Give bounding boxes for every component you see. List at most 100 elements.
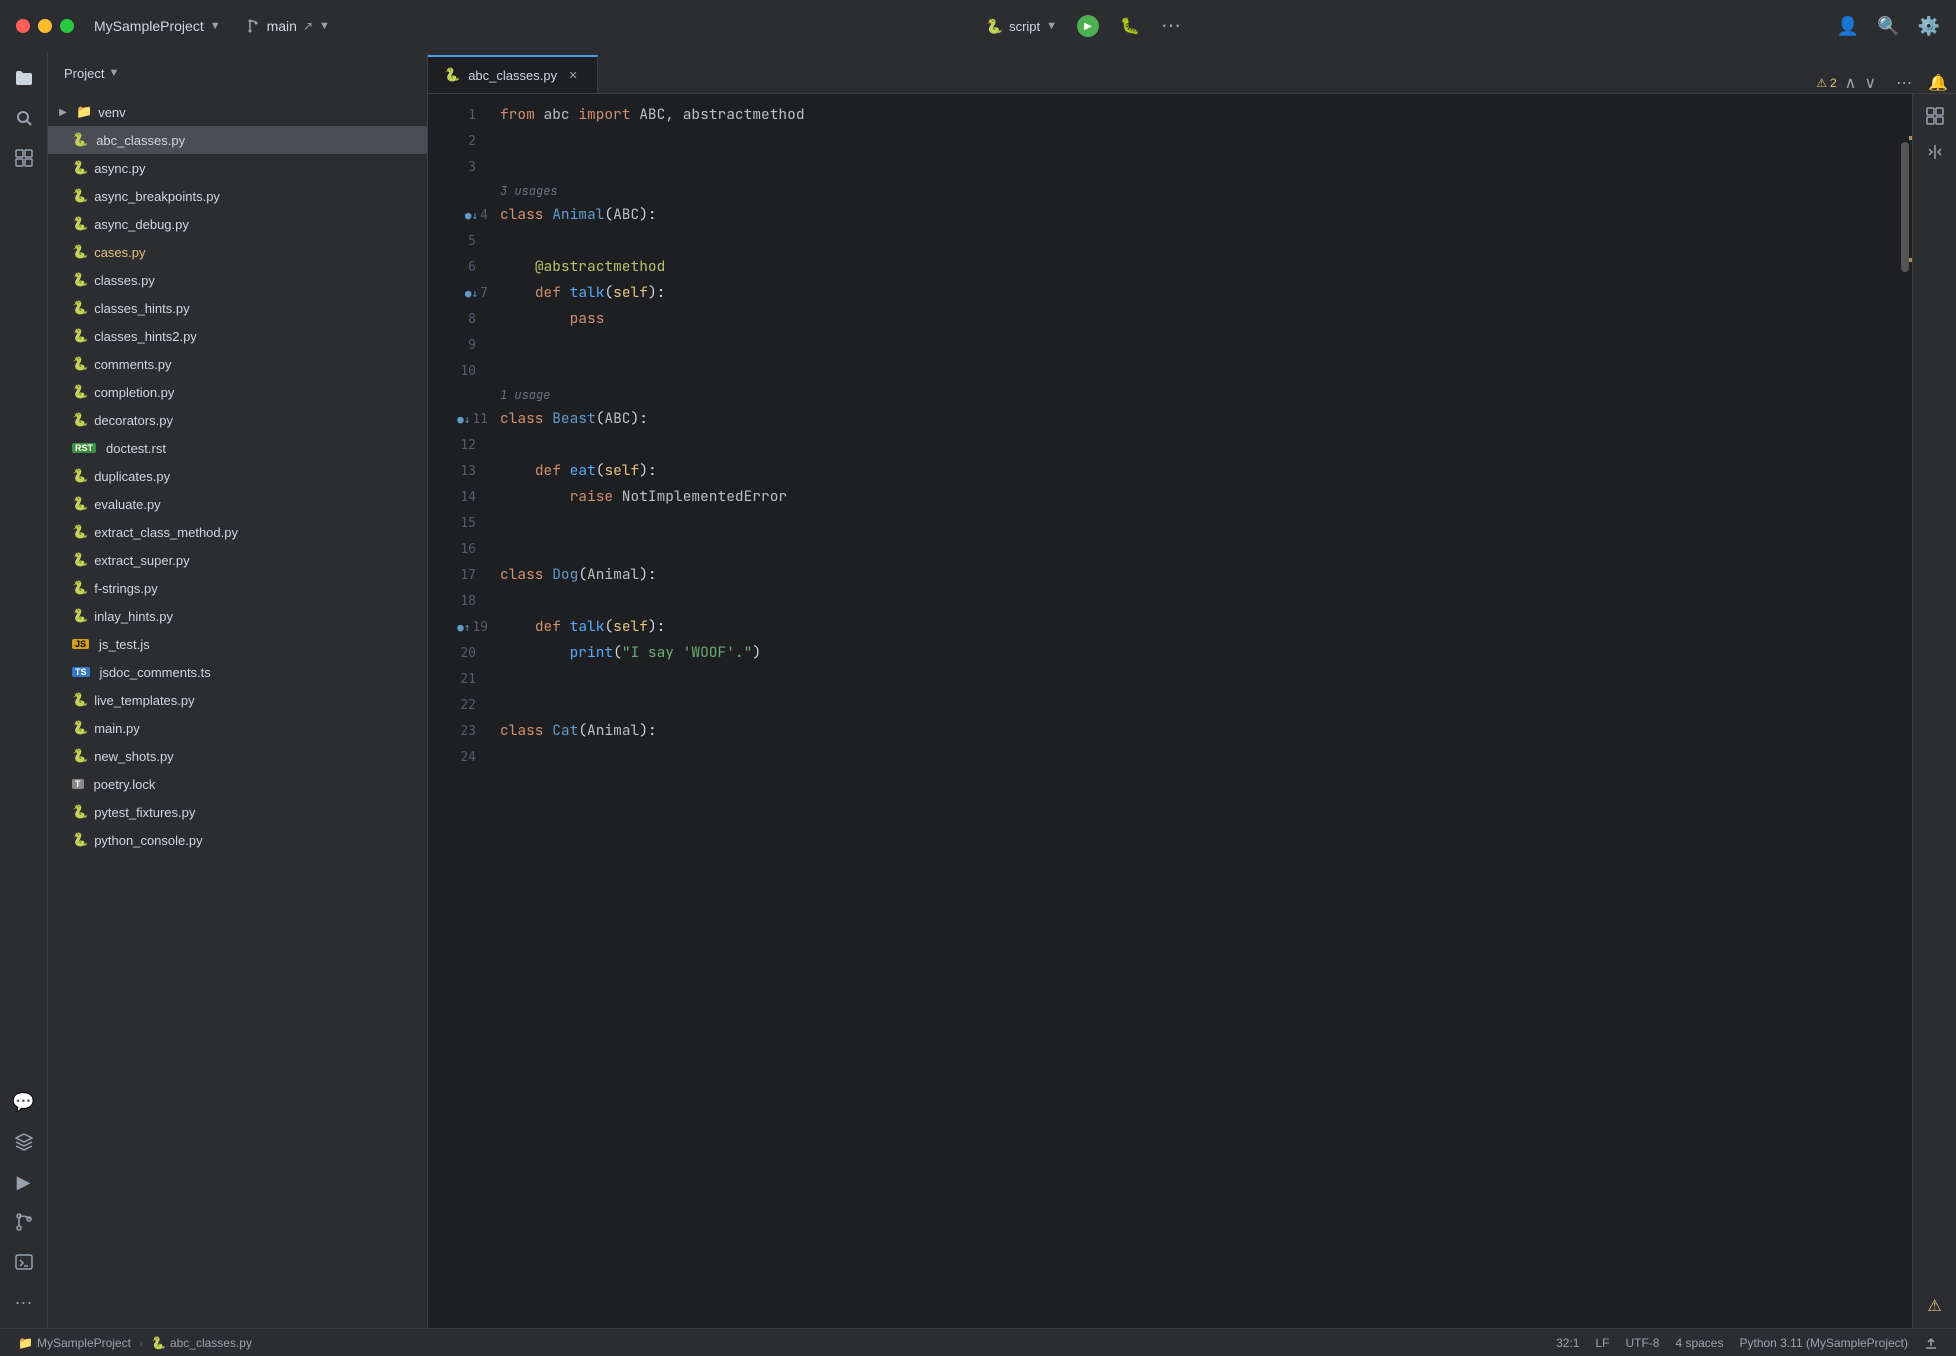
push-icon: ↗	[303, 19, 313, 33]
sidebar-item-duplicates[interactable]: 🐍 duplicates.py	[48, 462, 427, 490]
upload-icon	[1924, 1336, 1938, 1350]
user-icon[interactable]: 👤	[1837, 16, 1859, 37]
code-line-1: from abc import ABC, abstractmethod	[492, 102, 1898, 128]
sidebar-item-async[interactable]: 🐍 async.py	[48, 154, 427, 182]
structure-view-icon[interactable]	[1921, 102, 1949, 130]
sidebar-item-doctest[interactable]: RST doctest.rst	[48, 434, 427, 462]
code-line-16	[492, 536, 1898, 562]
file-name: async_debug.py	[94, 217, 189, 232]
sidebar-item-classes-hints[interactable]: 🐍 classes_hints.py	[48, 294, 427, 322]
status-file-breadcrumb[interactable]: 🐍 abc_classes.py	[145, 1332, 258, 1354]
search-icon[interactable]: 🔍	[1877, 16, 1899, 37]
sidebar-item-pytest-fixtures[interactable]: 🐍 pytest_fixtures.py	[48, 798, 427, 826]
line-num-12: 12	[428, 432, 492, 458]
notifications-icon[interactable]: 🔔	[1920, 73, 1956, 93]
file-name: jsdoc_comments.ts	[100, 665, 211, 680]
settings-icon[interactable]: ⚙️	[1918, 16, 1940, 37]
branch-selector[interactable]: main ↗ ▼	[245, 18, 330, 34]
status-line-ending[interactable]: LF	[1589, 1332, 1615, 1354]
sidebar-item-extract-class[interactable]: 🐍 extract_class_method.py	[48, 518, 427, 546]
sidebar-item-poetry-lock[interactable]: T poetry.lock	[48, 770, 427, 798]
run-button[interactable]: ▶	[1077, 15, 1099, 37]
status-indent[interactable]: 4 spaces	[1669, 1332, 1729, 1354]
code-line-17: class Dog ( Animal ):	[492, 562, 1898, 588]
line-num-15: 15	[428, 510, 492, 536]
minimize-button[interactable]	[38, 19, 52, 33]
status-cursor-position[interactable]: 32:1	[1550, 1332, 1585, 1354]
sidebar-item-evaluate[interactable]: 🐍 evaluate.py	[48, 490, 427, 518]
python-file-icon: 🐍	[72, 216, 88, 232]
activity-layers-icon[interactable]	[6, 1124, 42, 1160]
line-num-4: ●↓4	[428, 202, 492, 228]
status-upload-icon[interactable]	[1918, 1332, 1944, 1354]
sidebar-item-async-debug[interactable]: 🐍 async_debug.py	[48, 210, 427, 238]
sidebar-item-jsdoc[interactable]: TS jsdoc_comments.ts	[48, 658, 427, 686]
fold-icon-4[interactable]: ●↓	[465, 209, 478, 222]
project-selector[interactable]: MySampleProject ▼	[94, 18, 221, 34]
more-run-options[interactable]: ⋯	[1161, 16, 1181, 36]
tab-abc-classes[interactable]: 🐍 abc_classes.py ✕	[428, 55, 598, 93]
run-config-selector[interactable]: 🐍 script ▼	[986, 18, 1057, 35]
fold-icon-19[interactable]: ●↑	[457, 621, 470, 634]
code-line-9	[492, 332, 1898, 358]
tab-overflow-icon[interactable]: ⋯	[1888, 73, 1920, 93]
sidebar-item-classes[interactable]: 🐍 classes.py	[48, 266, 427, 294]
warning-marker-1	[1909, 136, 1912, 140]
status-left: 📁 MySampleProject › 🐍 abc_classes.py	[12, 1332, 258, 1354]
activity-terminal-icon[interactable]	[6, 1244, 42, 1280]
close-button[interactable]	[16, 19, 30, 33]
warning-count[interactable]: ⚠ 2	[1816, 76, 1836, 90]
sidebar-item-js-test[interactable]: JS js_test.js	[48, 630, 427, 658]
project-name: MySampleProject	[94, 18, 204, 34]
fullscreen-button[interactable]	[60, 19, 74, 33]
sidebar-item-new-shots[interactable]: 🐍 new_shots.py	[48, 742, 427, 770]
debug-button[interactable]: 🐛	[1119, 15, 1141, 37]
tab-close-button[interactable]: ✕	[565, 67, 581, 83]
fold-icon-11[interactable]: ●↓	[457, 413, 470, 426]
minimap-scrollbar[interactable]	[1898, 98, 1912, 1324]
status-bar: 📁 MySampleProject › 🐍 abc_classes.py 32:…	[0, 1328, 1956, 1356]
scrollbar-thumb[interactable]	[1901, 142, 1909, 272]
sidebar-item-async-breakpoints[interactable]: 🐍 async_breakpoints.py	[48, 182, 427, 210]
code-line-21	[492, 666, 1898, 692]
sidebar-item-abc-classes[interactable]: 🐍 abc_classes.py	[48, 126, 427, 154]
activity-git-icon[interactable]	[6, 1204, 42, 1240]
code-body[interactable]: 1 2 3 ●↓4 5 6 ●↓7 8 9	[428, 94, 1912, 1328]
sidebar-item-decorators[interactable]: 🐍 decorators.py	[48, 406, 427, 434]
warning-panel-icon[interactable]: ⚠	[1921, 1292, 1949, 1320]
status-project-breadcrumb[interactable]: 📁 MySampleProject	[12, 1332, 137, 1354]
activity-search-icon[interactable]	[6, 100, 42, 136]
line-num-21: 21	[428, 666, 492, 692]
sidebar-item-main[interactable]: 🐍 main.py	[48, 714, 427, 742]
status-language[interactable]: Python 3.11 (MySampleProject)	[1733, 1332, 1914, 1354]
code-content[interactable]: from abc import ABC, abstractmethod 3 us…	[492, 98, 1898, 1324]
code-line-24	[492, 744, 1898, 770]
python-file-icon: 🐍	[72, 132, 88, 148]
activity-chat-icon[interactable]: 💬	[6, 1084, 42, 1120]
sidebar-item-comments[interactable]: 🐍 comments.py	[48, 350, 427, 378]
diff-view-icon[interactable]	[1921, 138, 1949, 166]
activity-folder-icon[interactable]	[6, 60, 42, 96]
folder-icon: 📁	[18, 1336, 33, 1350]
python-file-icon: 🐍	[72, 580, 88, 596]
sidebar-item-python-console[interactable]: 🐍 python_console.py	[48, 826, 427, 854]
fold-icon-7[interactable]: ●↓	[465, 287, 478, 300]
status-encoding[interactable]: UTF-8	[1619, 1332, 1665, 1354]
sidebar-item-classes-hints2[interactable]: 🐍 classes_hints2.py	[48, 322, 427, 350]
line-num-8: 8	[428, 306, 492, 332]
sidebar-item-completion[interactable]: 🐍 completion.py	[48, 378, 427, 406]
sidebar-item-cases[interactable]: 🐍 cases.py	[48, 238, 427, 266]
sidebar-header: Project ▼	[48, 52, 427, 94]
sidebar-item-live-templates[interactable]: 🐍 live_templates.py	[48, 686, 427, 714]
python-icon: 🐍	[151, 1336, 166, 1350]
activity-run-icon[interactable]: ▶	[6, 1164, 42, 1200]
sidebar-item-venv[interactable]: ▶ 📁 venv	[48, 98, 427, 126]
activity-more-icon[interactable]: ···	[6, 1284, 42, 1320]
python-file-icon: 🐍	[72, 188, 88, 204]
sidebar-item-inlay-hints[interactable]: 🐍 inlay_hints.py	[48, 602, 427, 630]
navigate-up-icon[interactable]: ∧	[1845, 73, 1857, 93]
activity-structure-icon[interactable]	[6, 140, 42, 176]
navigate-down-icon[interactable]: ∨	[1864, 73, 1876, 93]
sidebar-item-f-strings[interactable]: 🐍 f-strings.py	[48, 574, 427, 602]
sidebar-item-extract-super[interactable]: 🐍 extract_super.py	[48, 546, 427, 574]
